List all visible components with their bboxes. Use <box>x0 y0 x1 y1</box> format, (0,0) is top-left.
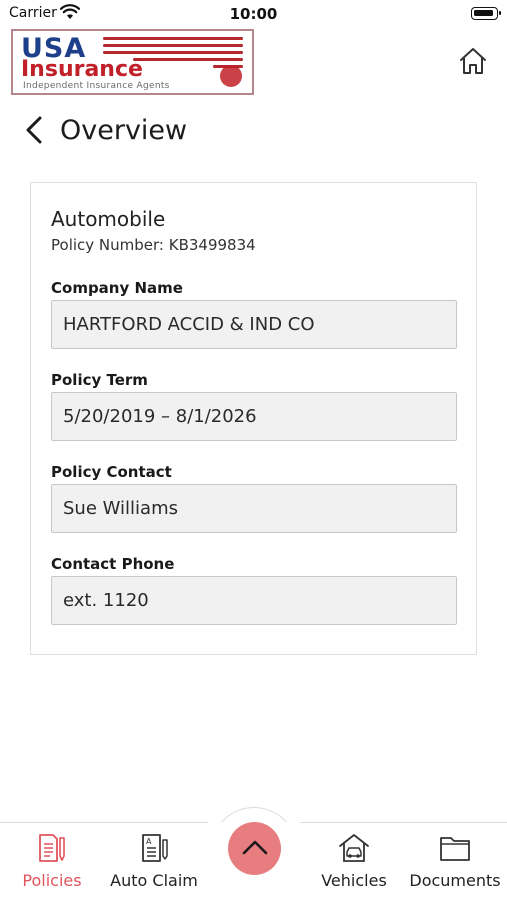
back-button[interactable]: Overview <box>24 110 187 150</box>
policies-icon <box>36 831 68 865</box>
page-title: Overview <box>60 114 188 146</box>
nav-label-auto-claim: Auto Claim <box>110 871 198 890</box>
policy-card: Automobile Policy Number: KB3499834 Comp… <box>30 182 477 655</box>
company-name-label: Company Name <box>51 279 183 297</box>
chevron-left-icon <box>24 114 48 146</box>
policy-contact-value: Sue Williams <box>63 498 178 519</box>
contact-phone-field[interactable]: ext. 1120 <box>51 576 457 625</box>
clock-time: 10:00 <box>229 5 278 23</box>
policy-term-field[interactable]: 5/20/2019 – 8/1/2026 <box>51 392 457 441</box>
company-name-field[interactable]: HARTFORD ACCID & IND CO <box>51 300 457 349</box>
vehicles-icon <box>338 831 370 865</box>
chevron-up-icon <box>242 839 268 859</box>
nav-item-auto-claim[interactable]: A Auto Claim <box>110 831 198 890</box>
policy-number: Policy Number: KB3499834 <box>51 236 256 254</box>
svg-text:A: A <box>146 837 152 846</box>
scroll-up-button[interactable] <box>228 822 281 875</box>
status-bar: Carrier 10:00 <box>0 0 507 28</box>
auto-claim-icon: A <box>138 831 170 865</box>
policy-term-label: Policy Term <box>51 371 148 389</box>
nav-item-documents[interactable]: Documents <box>408 831 502 890</box>
battery-icon <box>471 7 501 20</box>
contact-phone-label: Contact Phone <box>51 555 175 573</box>
policy-type: Automobile <box>51 207 166 231</box>
nav-item-policies[interactable]: Policies <box>20 831 84 890</box>
company-name-value: HARTFORD ACCID & IND CO <box>63 314 315 335</box>
policy-contact-label: Policy Contact <box>51 463 172 481</box>
nav-label-vehicles: Vehicles <box>321 871 387 890</box>
nav-label-policies: Policies <box>22 871 82 890</box>
contact-phone-value: ext. 1120 <box>63 590 149 611</box>
nav-item-vehicles[interactable]: Vehicles <box>318 831 390 890</box>
logo-tagline: Independent Insurance Agents <box>23 81 170 91</box>
nav-label-documents: Documents <box>409 871 501 890</box>
policy-term-value: 5/20/2019 – 8/1/2026 <box>63 406 257 427</box>
home-icon <box>458 46 488 80</box>
policy-contact-field[interactable]: Sue Williams <box>51 484 457 533</box>
logo-text-insurance: Insurance <box>21 57 143 82</box>
company-logo: USA Insurance Independent Insurance Agen… <box>11 29 254 95</box>
logo-seal-icon <box>220 65 242 87</box>
home-button[interactable] <box>454 44 492 82</box>
documents-icon <box>439 831 471 865</box>
